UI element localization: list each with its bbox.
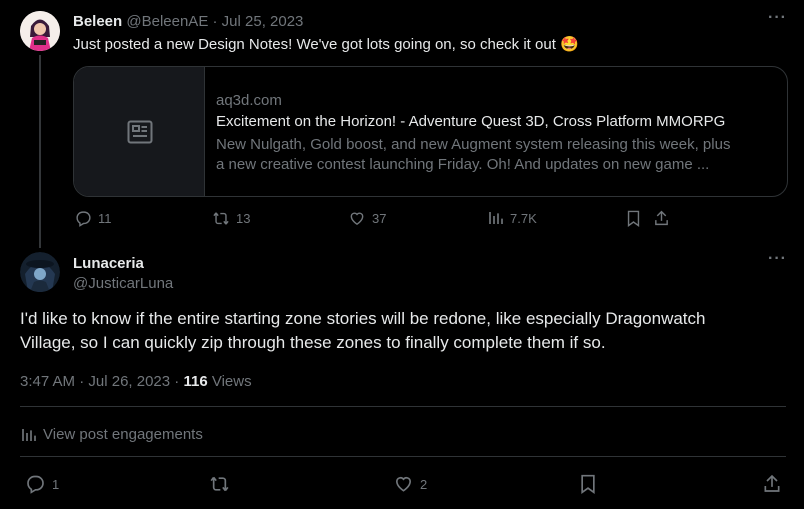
like-count: 2 — [420, 476, 428, 492]
post-date[interactable]: Jul 26, 2023 — [88, 373, 170, 390]
reply-text-line1: I'd like to know if the entire starting … — [20, 309, 706, 328]
reply-icon — [76, 211, 91, 227]
reply-button[interactable]: 1 — [25, 474, 59, 494]
share-icon — [764, 474, 780, 492]
more-icon[interactable]: ··· — [768, 9, 787, 27]
reply-button[interactable]: 11 — [75, 210, 112, 227]
post-time[interactable]: 3:47 AM — [20, 373, 75, 390]
views-label: Views — [211, 373, 252, 390]
share-button[interactable] — [762, 473, 782, 494]
star-struck-emoji: 🤩 — [560, 36, 579, 53]
bookmark-icon — [581, 474, 595, 494]
card-domain: aq3d.com — [216, 92, 282, 109]
reply-count: 11 — [98, 211, 112, 226]
repost-icon — [210, 476, 229, 492]
author-handle[interactable]: @BeleenAE — [126, 13, 208, 30]
like-button[interactable]: 37 — [348, 210, 386, 227]
like-icon — [395, 476, 412, 492]
divider — [20, 456, 786, 457]
repost-button[interactable]: 13 — [212, 210, 250, 227]
thread-line — [39, 55, 41, 248]
views-count: 7.7K — [510, 210, 537, 226]
bookmark-button[interactable] — [626, 210, 641, 227]
views-button[interactable]: 7.7K — [488, 210, 537, 226]
divider — [20, 406, 786, 407]
separator: · — [79, 373, 85, 390]
views-count: 116 — [183, 373, 208, 390]
card-description-line1: New Nulgath, Gold boost, and new Augment… — [216, 136, 731, 153]
separator: · — [212, 13, 218, 30]
news-icon — [127, 120, 153, 144]
reply-count: 1 — [52, 476, 60, 492]
like-count: 37 — [372, 211, 387, 226]
reply-text-line2: Village, so I can quickly zip through th… — [20, 333, 606, 352]
repost-button[interactable] — [208, 474, 231, 494]
views-icon — [489, 212, 503, 224]
share-icon — [655, 210, 668, 226]
post-text: Just posted a new Design Notes! We've go… — [73, 35, 579, 53]
post-date[interactable]: Jul 25, 2023 — [222, 13, 304, 30]
avatar[interactable] — [20, 252, 60, 292]
link-card[interactable]: aq3d.com Excitement on the Horizon! - Ad… — [73, 66, 788, 197]
post-text-body: Just posted a new Design Notes! We've go… — [73, 36, 556, 53]
reply-icon — [27, 475, 44, 494]
card-description-line2: a new creative contest launching Friday.… — [216, 156, 710, 173]
author-handle[interactable]: @JusticarLuna — [73, 275, 173, 292]
card-title: Excitement on the Horizon! - Adventure Q… — [216, 113, 726, 130]
share-button[interactable] — [653, 209, 670, 227]
author-name[interactable]: Lunaceria — [73, 255, 144, 272]
view-engagements-link[interactable]: View post engagements — [21, 426, 203, 443]
repost-icon — [213, 212, 229, 225]
post-meta: 3:47 AM · Jul 26, 2023 · 116 Views — [20, 373, 252, 390]
bookmark-icon — [627, 210, 640, 227]
post-header: Beleen @BeleenAE · Jul 25, 2023 — [73, 13, 303, 30]
like-icon — [350, 212, 364, 226]
bookmark-button[interactable] — [579, 474, 597, 494]
like-button[interactable]: 2 — [393, 474, 427, 494]
card-thumbnail — [74, 67, 205, 196]
avatar[interactable] — [20, 11, 60, 51]
view-engagements-label: View post engagements — [43, 426, 203, 443]
views-icon — [22, 428, 36, 441]
repost-count: 13 — [236, 211, 251, 226]
separator: · — [174, 373, 180, 390]
author-name[interactable]: Beleen — [73, 13, 122, 30]
more-icon[interactable]: ··· — [768, 250, 787, 268]
